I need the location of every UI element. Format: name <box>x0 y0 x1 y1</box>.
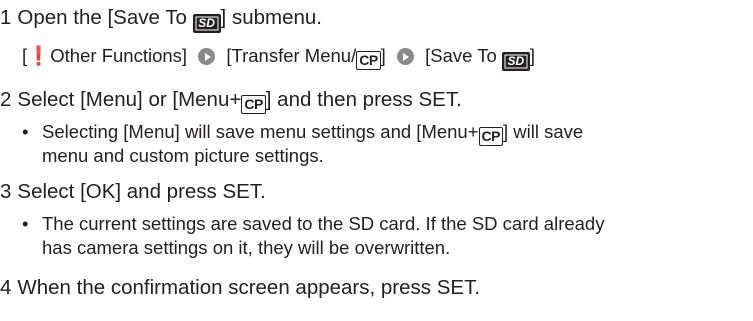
wrench-icon: ❗ <box>27 45 51 66</box>
bullet-item: • Selecting [Menu] will save menu setting… <box>22 120 583 146</box>
step-text-end: ] and then press SET. <box>265 88 462 111</box>
manual-page: 1 Open the [Save To SD] submenu. [❗ Other… <box>0 0 753 321</box>
transfer-menu-label: [Transfer Menu/ <box>226 45 357 66</box>
bullet-text: Selecting [Menu] will save menu settings… <box>42 121 479 142</box>
other-functions-label: Other Functions] <box>45 45 188 66</box>
step-text: Select [OK] and press SET. <box>17 180 266 203</box>
save-to-sd-icon: SD <box>501 52 530 71</box>
save-to-label-end: ] <box>529 45 536 66</box>
step-number: 3 <box>0 180 12 203</box>
save-to-sd-icon: SD <box>192 14 221 33</box>
step-2: 2 Select [Menu] or [Menu+ CP] and then pre… <box>0 88 462 114</box>
arrow-right-circle-icon <box>198 48 216 65</box>
custom-picture-icon: CP <box>241 95 266 114</box>
step-text-end: ] submenu. <box>220 6 322 29</box>
bullet-item: • The current settings are saved to the S… <box>22 212 604 236</box>
bullet-text-end: ] will save <box>502 121 584 142</box>
bullet-text: The current settings are saved to the SD… <box>42 213 605 234</box>
step-number: 2 <box>0 88 12 111</box>
menu-path: [❗ Other Functions] [Transfer Menu/CP] [… <box>22 44 535 71</box>
step-text: When the confirmation screen appears, pr… <box>17 276 481 299</box>
step-1: 1 Open the [Save To SD] submenu. <box>0 6 322 33</box>
custom-picture-icon: CP <box>356 51 381 70</box>
step-text: Open the [Save To <box>17 6 193 29</box>
bullet-icon: • <box>22 213 29 234</box>
step-number: 4 <box>0 276 12 299</box>
step-3: 3 Select [OK] and press SET. <box>0 180 266 204</box>
step-number: 1 <box>0 6 12 29</box>
bullet-continuation: has camera settings on it, they will be … <box>42 237 451 258</box>
transfer-menu-label-end: ] <box>380 45 386 66</box>
arrow-right-circle-icon <box>396 48 414 65</box>
bullet-continuation: menu and custom picture settings. <box>42 145 324 166</box>
bullet-icon: • <box>22 121 29 142</box>
step-text: Select [Menu] or [Menu+ <box>17 88 242 111</box>
step-4: 4 When the confirmation screen appears, p… <box>0 276 480 300</box>
custom-picture-icon: CP <box>478 127 503 146</box>
save-to-label: [Save To <box>425 45 502 66</box>
